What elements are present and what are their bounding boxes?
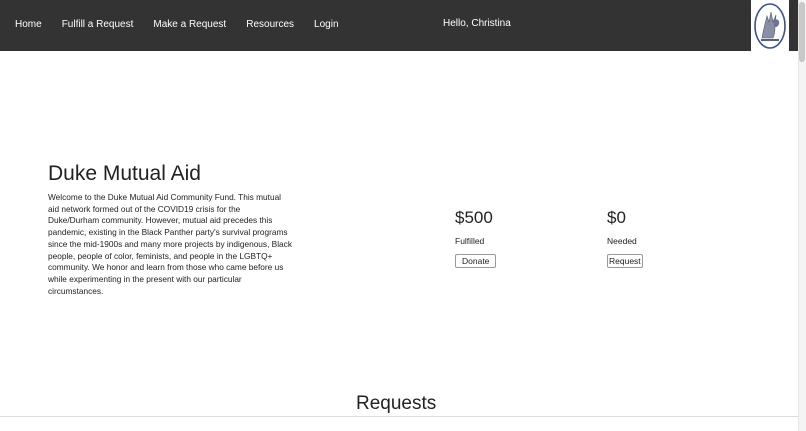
nav-link-fulfill-request[interactable]: Fulfill a Request [62, 19, 134, 30]
needed-amount: $0 [607, 208, 626, 227]
nav-link-login[interactable]: Login [314, 19, 338, 30]
fulfilled-amount: $500 [455, 208, 493, 227]
section-divider [0, 416, 798, 417]
hero-description: Welcome to the Duke Mutual Aid Community… [48, 192, 292, 296]
nav-link-home[interactable]: Home [15, 19, 42, 30]
top-navbar: Home Fulfill a Request Make a Request Re… [0, 0, 806, 51]
stat-needed: $0 Needed Request [607, 208, 643, 269]
user-greeting: Hello, Christina [443, 18, 511, 29]
fulfilled-label: Fulfilled [455, 236, 485, 246]
nav-links: Home Fulfill a Request Make a Request Re… [15, 19, 359, 30]
page-scrollbar-thumb[interactable] [799, 2, 805, 62]
donate-button[interactable]: Donate [455, 254, 497, 268]
requests-heading: Requests [356, 393, 437, 414]
page-title: Duke Mutual Aid [48, 162, 201, 185]
page-scrollbar[interactable] [798, 0, 806, 431]
nav-link-make-request[interactable]: Make a Request [153, 19, 226, 30]
nav-link-resources[interactable]: Resources [246, 19, 294, 30]
request-button[interactable]: Request [607, 254, 643, 268]
stat-fulfilled: $500 Fulfilled Donate [455, 208, 497, 269]
raised-fist-logo-icon [754, 2, 786, 49]
needed-label: Needed [607, 236, 637, 246]
logo-link[interactable] [751, 0, 789, 51]
